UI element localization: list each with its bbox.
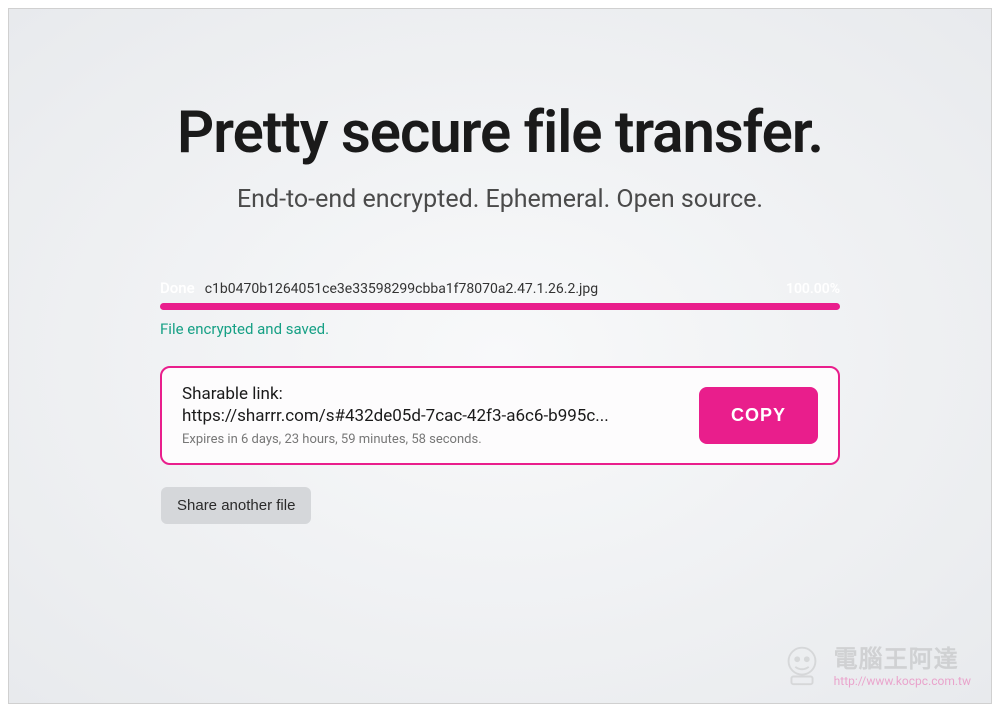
app-frame: Pretty secure file transfer. End-to-end …	[8, 8, 992, 704]
watermark-title: 電腦王阿達	[834, 639, 971, 674]
copy-button[interactable]: COPY	[699, 387, 818, 444]
watermark-url: http://www.kocpc.com.tw	[834, 674, 971, 688]
share-another-button[interactable]: Share another file	[161, 487, 311, 524]
upload-progress-section: Done c1b0470b1264051ce3e33598299cbba1f78…	[160, 279, 840, 366]
progress-info-row: Done c1b0470b1264051ce3e33598299cbba1f78…	[160, 279, 840, 297]
page-subtitle: End-to-end encrypted. Ephemeral. Open so…	[237, 185, 763, 214]
progress-bar	[160, 303, 840, 310]
share-link-expiry: Expires in 6 days, 23 hours, 59 minutes,…	[182, 432, 679, 447]
watermark-mascot-icon	[778, 640, 826, 688]
share-link-box: Sharable link: https://sharrr.com/s#432d…	[160, 366, 840, 465]
status-message: File encrypted and saved.	[160, 320, 840, 338]
progress-done-label: Done	[160, 279, 195, 297]
page-title: Pretty secure file transfer.	[177, 99, 823, 167]
progress-percent: 100.00%	[786, 281, 840, 297]
watermark-text: 電腦王阿達 http://www.kocpc.com.tw	[834, 639, 971, 688]
uploaded-filename: c1b0470b1264051ce3e33598299cbba1f78070a2…	[205, 281, 776, 297]
share-link-url[interactable]: https://sharrr.com/s#432de05d-7cac-42f3-…	[182, 406, 679, 426]
watermark: 電腦王阿達 http://www.kocpc.com.tw	[778, 639, 971, 688]
share-link-content: Sharable link: https://sharrr.com/s#432d…	[182, 384, 679, 447]
share-link-label: Sharable link:	[182, 384, 679, 404]
